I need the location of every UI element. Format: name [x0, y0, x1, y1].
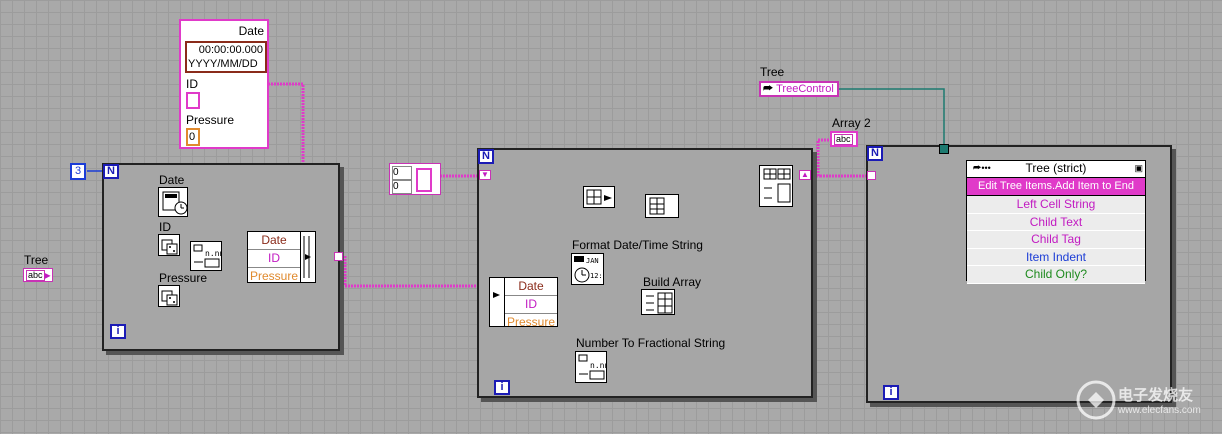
cluster-pressure-label: Pressure	[186, 113, 235, 127]
cluster-control[interactable]: Date 00:00:00.000 YYYY/MM/DD ID Pressure…	[179, 19, 269, 149]
tree-input-left-cell[interactable]: Left Cell String	[967, 196, 1145, 214]
unbundle-date: Date	[505, 278, 557, 296]
bundle-output-terminal	[300, 231, 316, 283]
tree-node-header: ⮫••• Tree (strict) ▣	[967, 161, 1145, 178]
wire-cluster-to-loop1	[268, 82, 305, 168]
svg-text:n.nn: n.nn	[205, 249, 222, 258]
cluster-pressure-field[interactable]: 0	[186, 128, 200, 146]
arrow-right-icon: ▶	[44, 271, 51, 280]
get-date-time-icon[interactable]	[158, 187, 188, 217]
watermark-url: www.elecfans.com	[1118, 405, 1201, 416]
build-array-outer-icon[interactable]	[759, 165, 793, 207]
watermark: 电子发烧友 www.elecfans.com	[1074, 378, 1214, 428]
loop2-count-terminal: N	[478, 149, 494, 164]
unbundle-pressure: Pressure	[506, 315, 556, 329]
index-array-icon[interactable]	[645, 194, 679, 218]
tree-left-terminal[interactable]: abc ▶	[23, 268, 53, 282]
tree-input-item-indent[interactable]: Item Indent	[967, 248, 1145, 266]
loop1-date-label: Date	[159, 173, 185, 187]
wire-loop1-to-loop2	[343, 256, 490, 288]
loop-count-constant[interactable]: 3	[70, 163, 86, 180]
loop1-pressure-label: Pressure	[159, 271, 208, 285]
tree-input-child-only[interactable]: Child Only?	[967, 266, 1145, 284]
cluster-id-field[interactable]	[186, 92, 200, 109]
svg-text:12:: 12:	[590, 272, 603, 280]
refnum-in-icon: ⮫•••	[973, 163, 991, 173]
array-subset-icon[interactable]	[583, 186, 615, 208]
tree-ref-label: Tree	[760, 65, 785, 79]
array2-value: abc	[834, 134, 853, 145]
loop1-id-label: ID	[159, 220, 171, 234]
error-out-icon: ▣	[1134, 163, 1143, 173]
tree-node-method: Edit Tree Items.Add Item to End	[967, 178, 1145, 196]
unbundle-input-terminal	[489, 277, 505, 327]
array-index-2: 0	[392, 180, 412, 194]
array-constant[interactable]: 0 0	[389, 163, 441, 195]
unbundle-by-name-node[interactable]: Date ID Pressure	[504, 277, 558, 329]
loop1-iteration-terminal: i	[110, 324, 126, 339]
svg-text:n.nn: n.nn	[590, 361, 607, 370]
array2-indicator[interactable]: abc	[830, 131, 858, 147]
build-array-label: Build Array	[643, 275, 702, 289]
build-array-icon[interactable]	[641, 289, 675, 315]
loop1-output-tunnel	[334, 252, 343, 261]
ref-tunnel	[939, 144, 949, 154]
bundle-id: ID	[248, 250, 300, 268]
loop2-output-tunnel: ▲	[799, 170, 811, 180]
tree-invoke-node[interactable]: ⮫••• Tree (strict) ▣ Edit Tree Items.Add…	[966, 160, 1146, 284]
tree-left-value: abc	[26, 270, 45, 281]
cluster-title: Date	[238, 24, 264, 38]
tree-ref-value: TreeControl	[776, 83, 834, 95]
loop2-iteration-terminal: i	[494, 380, 510, 395]
timestamp-date: YYYY/MM/DD	[188, 58, 258, 70]
array-index-1: 0	[392, 166, 412, 180]
array-element[interactable]	[416, 168, 432, 192]
bundle-date: Date	[248, 232, 300, 250]
loop3-input-tunnel	[867, 171, 876, 180]
loop3-count-terminal: N	[867, 146, 883, 161]
watermark-cn: 电子发烧友	[1118, 387, 1194, 404]
random-pressure-icon[interactable]	[158, 285, 180, 307]
loop1-count-terminal: N	[103, 164, 119, 179]
loop3-iteration-terminal: i	[883, 385, 899, 400]
array2-label: Array 2	[832, 116, 871, 130]
tree-input-child-text[interactable]: Child Text	[967, 213, 1145, 231]
bundle-pressure: Pressure	[249, 269, 299, 283]
number-to-fractional-label: Number To Fractional String	[576, 336, 726, 350]
number-to-string-icon-1[interactable]: n.nn	[190, 241, 222, 271]
bundle-by-name-node[interactable]: Date ID Pressure	[247, 231, 301, 283]
refnum-icon: ⮫	[763, 83, 774, 95]
timestamp-field[interactable]: 00:00:00.000 YYYY/MM/DD	[185, 41, 267, 73]
loop2-indexing-tunnel: ▼	[479, 170, 491, 180]
number-to-fractional-icon[interactable]: n.nn	[575, 351, 607, 383]
svg-text:JAN: JAN	[586, 257, 599, 265]
tree-node-title: Tree (strict)	[1025, 161, 1087, 175]
wire-to-array2	[816, 138, 830, 176]
cluster-id-label: ID	[186, 77, 198, 91]
tree-left-label: Tree	[24, 253, 49, 267]
tree-control-refnum[interactable]: ⮫ TreeControl	[759, 81, 839, 97]
timestamp-time: 00:00:00.000	[198, 44, 263, 56]
format-date-time-icon[interactable]: JAN 12:	[571, 253, 604, 285]
unbundle-id: ID	[505, 296, 557, 314]
random-id-icon[interactable]	[158, 234, 180, 256]
format-date-time-label: Format Date/Time String	[572, 238, 703, 252]
tree-input-child-tag[interactable]: Child Tag	[967, 231, 1145, 249]
